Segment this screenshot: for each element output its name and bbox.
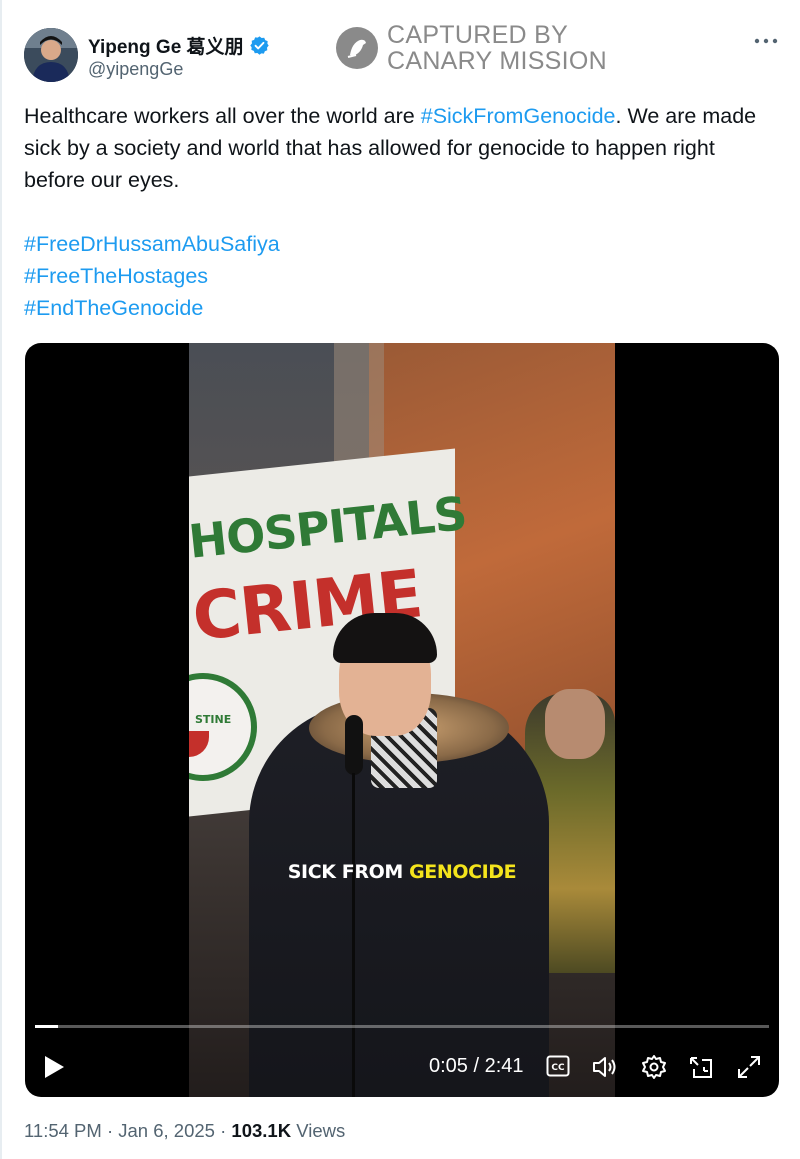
hashtag-link[interactable]: #EndTheGenocide (24, 292, 764, 324)
video-frame: HOSPITALS CRIME STINE (189, 343, 615, 1097)
avatar[interactable] (24, 28, 78, 82)
video-player[interactable]: HOSPITALS CRIME STINE SICK FROM GENOCIDE… (25, 343, 779, 1097)
volume-icon[interactable] (592, 1055, 620, 1079)
video-progress-fill (35, 1025, 58, 1028)
tweet-header: Yipeng Ge 葛义朋 @yipengGe CAPTURED BY CANA… (24, 22, 780, 88)
hashtag-link[interactable]: #FreeTheHostages (24, 260, 764, 292)
verified-badge-icon (249, 36, 269, 55)
tweet-body: Healthcare workers all over the world ar… (24, 100, 764, 196)
user-avatar-icon (24, 28, 78, 82)
video-controls: 0:05 / 2:41 CC (25, 1043, 779, 1089)
play-icon[interactable] (43, 1055, 65, 1079)
tweet-metadata: 11:54 PM · Jan 6, 2025 · 103.1K Views (24, 1120, 345, 1142)
post-date[interactable]: Jan 6, 2025 (118, 1120, 215, 1141)
left-border (0, 0, 2, 1159)
views-count: 103.1K (231, 1120, 292, 1141)
hashtag-link[interactable]: #FreeDrHussamAbuSafiya (24, 228, 764, 260)
tweet-text-before: Healthcare workers all over the world ar… (24, 104, 421, 128)
fullscreen-icon[interactable] (736, 1054, 762, 1080)
canary-mission-watermark: CAPTURED BY CANARY MISSION (336, 22, 607, 74)
svg-text:CC: CC (551, 1063, 565, 1073)
caption-white: SICK FROM (287, 861, 410, 883)
post-time[interactable]: 11:54 PM (24, 1120, 102, 1141)
hashtag-link[interactable]: #SickFromGenocide (421, 104, 616, 128)
views-label: Views (291, 1120, 346, 1141)
more-options-icon[interactable] (752, 34, 780, 48)
background-person-head (545, 689, 605, 759)
captions-icon[interactable]: CC (546, 1055, 570, 1077)
caption-highlight: GENOCIDE (409, 861, 517, 883)
separator: · (101, 1120, 119, 1141)
badge-text: STINE (195, 713, 232, 726)
watermark-line1: CAPTURED BY (387, 21, 569, 49)
canary-bird-icon (336, 27, 378, 69)
name-row: Yipeng Ge 葛义朋 (88, 32, 270, 59)
display-name[interactable]: Yipeng Ge 葛义朋 (88, 32, 244, 59)
pip-icon[interactable] (688, 1054, 714, 1080)
separator: · (214, 1120, 232, 1141)
watermelon-icon (189, 731, 209, 757)
settings-icon[interactable] (641, 1054, 667, 1080)
video-time: 0:05 / 2:41 (429, 1055, 524, 1077)
watermark-text: CAPTURED BY CANARY MISSION (387, 22, 607, 74)
tweet-text: Healthcare workers all over the world ar… (24, 100, 764, 324)
video-caption: SICK FROM GENOCIDE (25, 861, 779, 883)
user-handle[interactable]: @yipengGe (88, 59, 183, 80)
microphone (345, 715, 363, 775)
hashtag-list: #FreeDrHussamAbuSafiya #FreeTheHostages … (24, 228, 764, 324)
video-progress-bar[interactable] (35, 1025, 769, 1028)
watermark-line2: CANARY MISSION (387, 47, 607, 75)
